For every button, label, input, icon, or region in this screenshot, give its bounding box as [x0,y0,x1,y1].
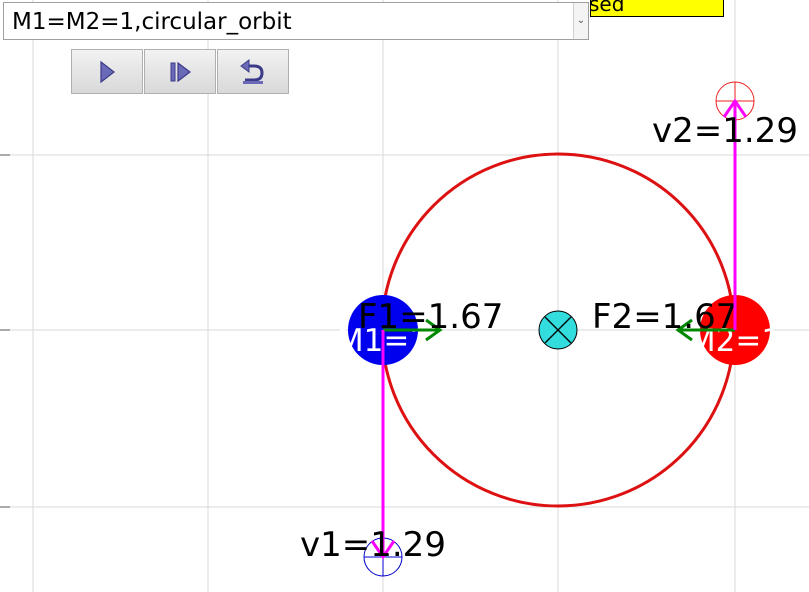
axis-ticks [0,154,10,508]
play-icon [100,60,115,83]
center-of-mass-marker [538,310,578,350]
force-label-1: F1=1.67 [358,297,503,337]
reset-button[interactable] [217,49,289,94]
play-button[interactable] [71,49,143,94]
step-button[interactable] [144,49,216,94]
status-badge-text: sed [590,0,625,16]
chevron-down-icon[interactable]: ⌄ [573,3,588,39]
force-label-2: F2=1.67 [592,297,737,337]
reset-icon [240,58,264,84]
preset-select[interactable]: M1=M2=1,circular_orbit ⌄ [3,2,589,40]
velocity-label-1: v1=1.29 [300,525,446,565]
status-badge: sed [590,0,724,17]
preset-select-value: M1=M2=1,circular_orbit [12,9,292,35]
toolbar [71,49,290,95]
velocity-label-2: v2=1.29 [652,111,798,151]
step-forward-icon [170,61,191,82]
